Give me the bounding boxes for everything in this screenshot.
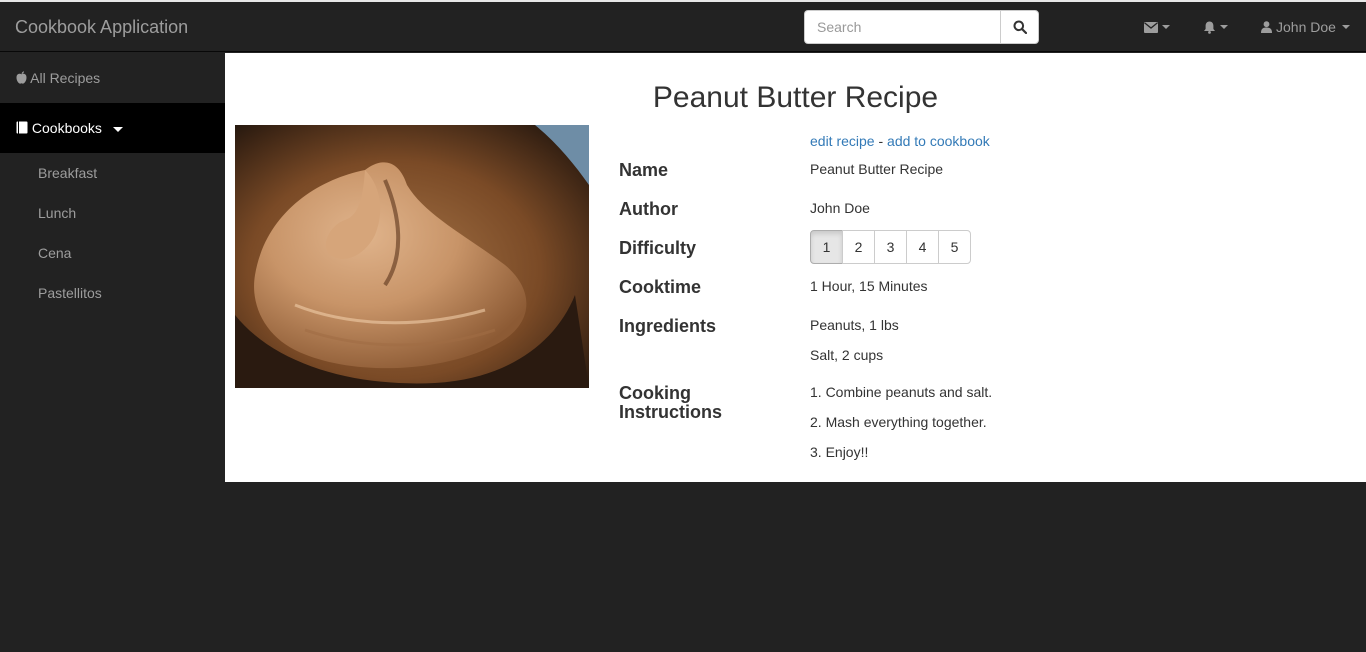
cooktime-value: 1 Hour, 15 Minutes [810,278,928,294]
difficulty-option-4[interactable]: 4 [906,230,939,264]
difficulty-label: Difficulty [619,238,697,258]
recipe-actions: edit recipe - add to cookbook [810,133,990,149]
notifications-dropdown[interactable] [1203,2,1228,52]
sidebar-subitem-pastellitos[interactable]: Pastellitos [0,273,225,313]
envelope-icon [1144,21,1158,33]
user-name: John Doe [1276,19,1336,35]
bell-icon [1204,21,1215,34]
add-to-cookbook-link[interactable]: add to cookbook [887,133,990,149]
sidebar-item-cookbooks[interactable]: Cookbooks [0,103,225,153]
instructions-label-line2: Instructions [619,402,723,422]
name-label: Name [619,160,669,180]
instruction-step: 3. Enjoy!! [810,444,869,460]
sidebar-subitem-cena[interactable]: Cena [0,233,225,273]
app-brand[interactable]: Cookbook Application [15,2,188,52]
instruction-step: 1. Combine peanuts and salt. [810,384,993,400]
difficulty-option-3[interactable]: 3 [874,230,907,264]
recipe-photo [235,125,589,388]
sidebar-item-label: All Recipes [30,70,101,86]
sidebar-item-all-recipes[interactable]: All Recipes [0,53,225,103]
sidebar: All Recipes Cookbooks Breakfast Lunch Ce… [0,53,225,652]
caret-down-icon [1162,25,1170,29]
sidebar-subitem-lunch[interactable]: Lunch [0,193,225,233]
name-value: Peanut Butter Recipe [810,161,944,177]
messages-dropdown[interactable] [1144,2,1170,52]
difficulty-selector: 1 2 3 4 5 [810,230,971,264]
caret-down-icon [112,126,123,132]
page-title: Peanut Butter Recipe [652,81,939,114]
instructions-label-line1: Cooking [619,383,691,403]
ingredient-item: Salt, 2 cups [810,347,884,363]
ingredients-label: Ingredients [619,316,717,336]
search-button[interactable] [1000,10,1039,44]
edit-recipe-link[interactable]: edit recipe [810,133,875,149]
user-dropdown[interactable]: John Doe [1261,2,1350,52]
sidebar-item-label: Cookbooks [31,120,102,136]
sidebar-subitem-breakfast[interactable]: Breakfast [0,153,225,193]
link-separator: - [878,133,884,149]
difficulty-option-1[interactable]: 1 [810,230,843,264]
top-navbar: Cookbook Application John Doe [0,2,1366,52]
caret-down-icon [1220,25,1228,29]
search-icon [1013,20,1027,34]
recipe-panel: Peanut Butter Recipe edit recipe - add t… [225,53,1366,482]
book-icon [16,121,28,134]
cooktime-label: Cooktime [619,277,702,297]
instruction-step: 2. Mash everything together. [810,414,987,430]
search-form [804,10,1039,44]
search-input[interactable] [804,10,1000,44]
user-icon [1261,21,1272,33]
difficulty-option-2[interactable]: 2 [842,230,875,264]
author-label: Author [619,199,678,219]
apple-icon [16,71,27,84]
difficulty-option-5[interactable]: 5 [938,230,971,264]
ingredient-item: Peanuts, 1 lbs [810,317,899,333]
author-value: John Doe [810,200,870,216]
caret-down-icon [1341,25,1350,29]
